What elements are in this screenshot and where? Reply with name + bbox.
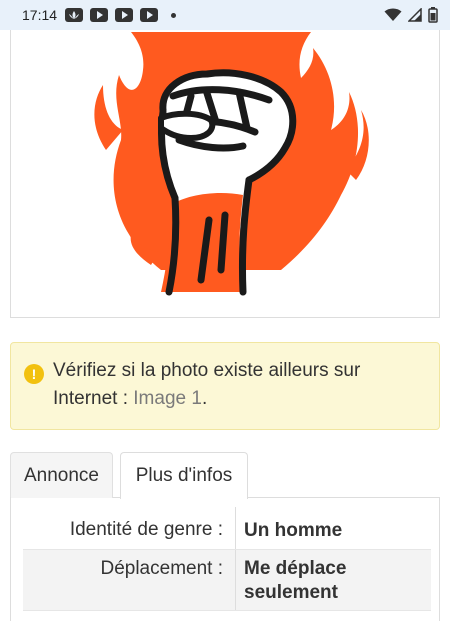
signal-icon bbox=[408, 8, 422, 22]
lotus-icon bbox=[65, 8, 84, 22]
tab-plus-dinfos[interactable]: Plus d'infos bbox=[120, 452, 248, 499]
status-bar: 17:14 bbox=[0, 0, 450, 30]
info-value: Un homme bbox=[235, 507, 431, 549]
youtube-icon bbox=[140, 8, 159, 22]
youtube-icon bbox=[115, 8, 134, 22]
info-label: Déplacement : bbox=[100, 558, 223, 579]
tab-bar: Annonce Plus d'infos bbox=[10, 452, 440, 499]
battery-icon bbox=[428, 7, 438, 23]
dot-icon bbox=[171, 12, 177, 18]
info-label: Identité de genre : bbox=[69, 519, 223, 540]
wifi-icon bbox=[384, 8, 402, 21]
info-value: Me déplace seulement bbox=[235, 550, 431, 610]
image-1-link[interactable]: Image 1 bbox=[133, 388, 202, 409]
raised-fist-flame-image bbox=[94, 32, 369, 296]
alert-suffix: . bbox=[201, 388, 208, 409]
info-panel: Identité de genre : Un homme Déplacement… bbox=[10, 497, 440, 621]
photo-card[interactable] bbox=[10, 30, 440, 318]
info-row-gender: Identité de genre : Un homme bbox=[23, 507, 431, 549]
photo-check-alert: ! Vérifiez si la photo existe ailleurs s… bbox=[10, 342, 440, 430]
info-row-travel: Déplacement : Me déplace seulement bbox=[23, 549, 431, 611]
status-time: 17:14 bbox=[22, 7, 58, 23]
tab-annonce[interactable]: Annonce bbox=[10, 452, 113, 498]
info-icon: ! bbox=[24, 364, 44, 384]
youtube-icon bbox=[90, 8, 109, 22]
alert-text: Vérifiez si la photo existe ailleurs sur… bbox=[53, 357, 425, 413]
